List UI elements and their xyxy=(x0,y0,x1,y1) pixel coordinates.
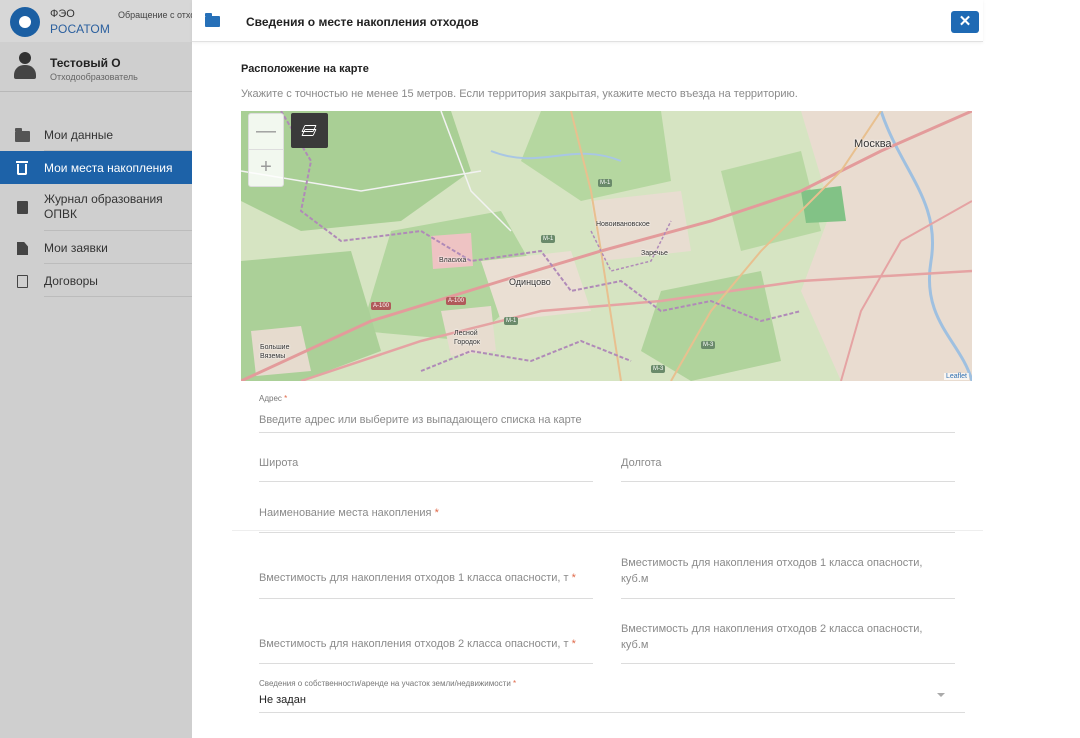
capacity-class1-tons-label: Вместимость для накопления отходов 1 кла… xyxy=(259,572,569,584)
brand-description: Обращение с отходами I и II классов опас… xyxy=(118,10,196,20)
map-place-label: Новоивановское xyxy=(596,221,650,228)
user-name: Тестовый О xyxy=(50,56,121,70)
road-shield: M-3 xyxy=(701,341,716,349)
road-shield: M-1 xyxy=(598,179,613,187)
map-place-label: Большие Вяземы xyxy=(260,344,290,360)
sidebar-item-label: Мои заявки xyxy=(44,241,108,255)
road-shield: A-100 xyxy=(371,302,392,310)
road-shield: M-3 xyxy=(651,365,666,373)
address-field[interactable]: Адрес * Введите адрес или выберите из вы… xyxy=(259,394,955,433)
modal-header: Сведения о месте накопления отходов ✕ xyxy=(192,0,983,42)
capacity-class2-tons-label: Вместимость для накопления отходов 2 кла… xyxy=(259,638,569,650)
ownership-label: Сведения о собственности/аренде на участ… xyxy=(259,679,511,688)
storage-name-field[interactable]: Наименование места накопления * xyxy=(259,505,955,533)
layers-button[interactable] xyxy=(291,113,328,148)
ownership-value: Не задан xyxy=(259,694,306,706)
ownership-select[interactable]: Сведения о собственности/аренде на участ… xyxy=(259,679,965,713)
capacity-class1-tons-field[interactable]: Вместимость для накопления отходов 1 кла… xyxy=(259,570,593,599)
sidebar-item-label: Мои данные xyxy=(44,128,114,142)
rosatom-logo-icon xyxy=(10,7,40,37)
zoom-in-button[interactable]: + xyxy=(249,150,283,186)
road-shield: M-1 xyxy=(541,235,556,243)
longitude-label: Долгота xyxy=(621,457,662,469)
section-divider xyxy=(232,530,983,531)
capacity-class1-m3-field[interactable]: Вместимость для накопления отходов 1 кла… xyxy=(621,555,955,599)
map-section-hint: Укажите с точностью не менее 15 метров. … xyxy=(241,88,798,100)
file-icon xyxy=(17,242,29,255)
road-shield: A-100 xyxy=(446,297,467,305)
ownership-label-wrap: Сведения о собственности/аренде на участ… xyxy=(259,679,516,688)
brand-org-name: РОСАТОМ xyxy=(50,22,111,36)
file-outline-icon xyxy=(17,275,29,288)
map-section-title: Расположение на карте xyxy=(241,63,369,75)
capacity-class2-m3-label: Вместимость для накопления отходов 2 кла… xyxy=(621,623,923,651)
map-place-label: Москва xyxy=(854,138,892,150)
map-tiles xyxy=(241,111,972,381)
modal-title: Сведения о месте накопления отходов xyxy=(246,15,479,29)
sidebar-item-label: Договоры xyxy=(44,274,98,288)
capacity-class2-m3-field[interactable]: Вместимость для накопления отходов 2 кла… xyxy=(621,621,955,664)
close-button[interactable]: ✕ xyxy=(951,11,979,33)
map-place-label: Заречье xyxy=(641,250,668,257)
required-mark: * xyxy=(571,638,576,650)
storage-name-label: Наименование места накопления xyxy=(259,507,432,519)
required-mark: * xyxy=(434,507,439,519)
required-mark: * xyxy=(513,679,517,688)
address-label: Адрес xyxy=(259,394,282,403)
address-placeholder: Введите адрес или выберите из выпадающег… xyxy=(259,414,582,426)
user-role: Отходообразователь xyxy=(50,72,138,82)
dropdown-arrow-icon[interactable] xyxy=(937,693,945,697)
address-label-wrap: Адрес * xyxy=(259,394,287,403)
map-place-label: Одинцово xyxy=(509,277,551,287)
sidebar-item-label: Журнал образования ОПВК xyxy=(44,192,163,221)
location-map[interactable]: — + Москва Одинцово Новоивановское Власи… xyxy=(241,111,972,381)
longitude-field[interactable]: Долгота xyxy=(621,455,955,482)
map-place-label: Власиха xyxy=(439,257,467,264)
road-shield: M-1 xyxy=(504,317,519,325)
map-attribution-link[interactable]: Leaflet xyxy=(943,373,969,380)
map-place-label: Лесной Городок xyxy=(454,330,480,346)
capacity-class1-m3-label: Вместимость для накопления отходов 1 кла… xyxy=(621,557,923,585)
avatar-icon xyxy=(12,50,38,80)
folder-icon xyxy=(205,13,220,27)
storage-place-modal: Сведения о месте накопления отходов ✕ Ра… xyxy=(192,0,983,738)
journal-icon xyxy=(17,201,29,214)
brand-org-short: ФЭО xyxy=(50,8,75,20)
required-mark: * xyxy=(571,572,576,584)
zoom-out-button[interactable]: — xyxy=(249,114,283,150)
required-mark: * xyxy=(284,394,288,403)
sidebar-item-label: Мои места накопления xyxy=(44,161,173,175)
latitude-label: Широта xyxy=(259,457,299,469)
trash-icon xyxy=(16,161,29,175)
map-zoom-control: — + xyxy=(248,113,284,187)
latitude-field[interactable]: Широта xyxy=(259,455,593,482)
folder-icon xyxy=(15,128,30,142)
capacity-class2-tons-field[interactable]: Вместимость для накопления отходов 2 кла… xyxy=(259,636,593,664)
